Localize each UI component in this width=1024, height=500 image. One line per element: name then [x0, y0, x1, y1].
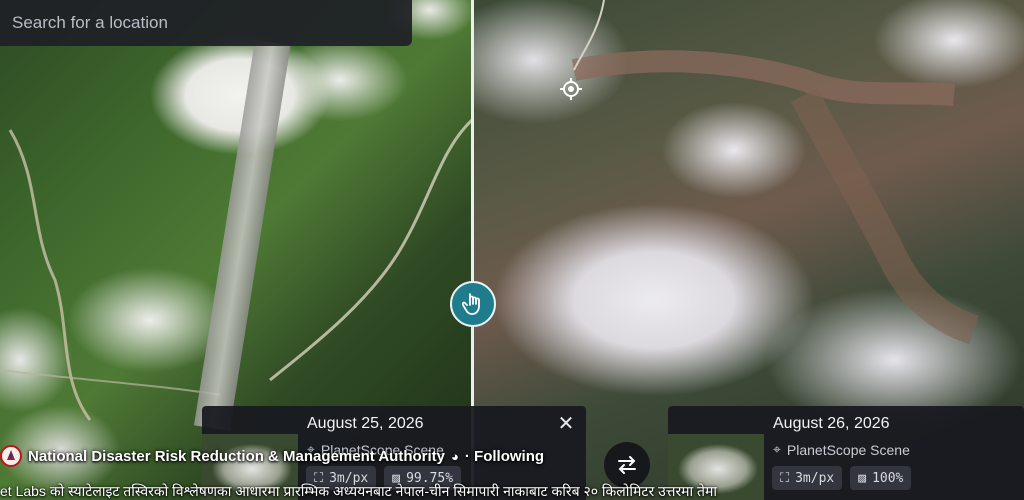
post-header-overlay: National Disaster Risk Reduction & Manag… — [0, 436, 544, 476]
scene-source-label: PlanetScope Scene — [786, 441, 910, 458]
location-target-icon[interactable] — [560, 78, 582, 100]
globe-icon: ◕ — [451, 448, 459, 464]
nepal-emblem-icon — [0, 445, 22, 467]
scene-date: August 25, 2026 — [307, 415, 424, 432]
location-search-bar[interactable] — [0, 0, 412, 46]
scene-source: ⌖ PlanetScope Scene — [773, 441, 910, 458]
drag-hand-icon — [462, 293, 480, 315]
satellite-icon: ⌖ — [773, 441, 781, 457]
org-name-link[interactable]: National Disaster Risk Reduction & Manag… — [28, 448, 445, 465]
compare-slider-handle[interactable] — [450, 281, 496, 327]
following-label[interactable]: · Following — [465, 448, 544, 465]
search-input[interactable] — [0, 12, 394, 34]
post-caption: et Labs को स्याटेलाइट तस्विरको विश्लेषणक… — [0, 483, 718, 499]
scene-date: August 26, 2026 — [773, 415, 890, 432]
close-icon[interactable]: ✕ — [556, 414, 576, 434]
swap-arrows-icon — [618, 456, 636, 474]
